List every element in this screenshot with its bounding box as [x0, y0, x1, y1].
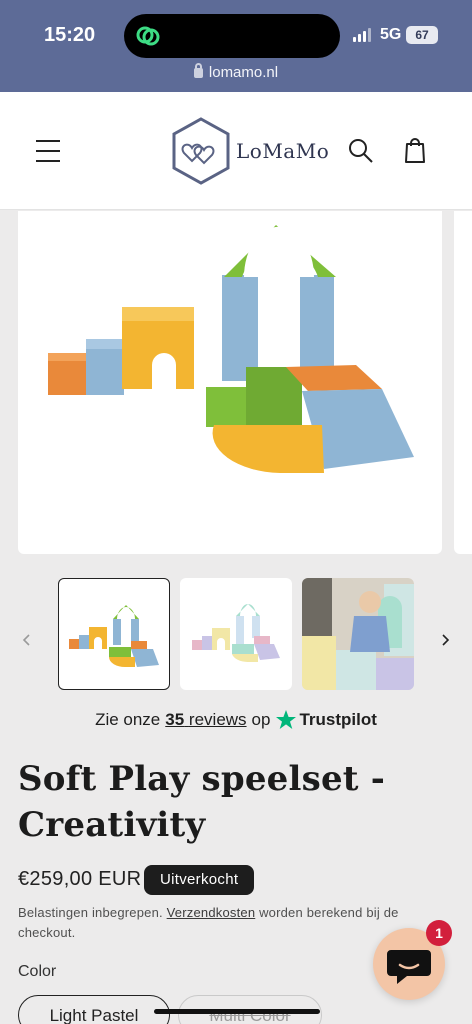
- lock-icon: [193, 63, 203, 78]
- cart-icon[interactable]: [402, 136, 428, 164]
- logo-text: LoMaMo: [236, 139, 330, 163]
- thumbnail-pastel-image: [192, 604, 280, 663]
- product-title: Soft Play speelset - Creativity: [18, 759, 386, 845]
- thumbnail-2[interactable]: [180, 578, 292, 690]
- battery-icon: 67: [406, 26, 438, 44]
- site-header: LoMaMo: [0, 92, 472, 210]
- trustpilot-label: Trustpilot: [299, 710, 377, 729]
- activity-icon: [136, 26, 160, 46]
- color-label: Color: [18, 963, 57, 980]
- thumbnail-child-playing-image: [302, 578, 414, 690]
- reviews-count: 35: [165, 710, 185, 729]
- url-bar[interactable]: lomamo.nl: [0, 63, 472, 81]
- thumbnail-1[interactable]: [58, 578, 170, 690]
- status-bar: 15:20 5G 67 lomamo.nl: [0, 0, 472, 92]
- chevron-left-icon[interactable]: [20, 633, 34, 647]
- soft-play-blocks-image: [48, 225, 414, 473]
- site-logo[interactable]: LoMaMo: [170, 116, 329, 186]
- chat-notification-badge: 1: [426, 920, 452, 946]
- sold-out-badge: Uitverkocht: [144, 865, 255, 895]
- reviews-suffix: op: [251, 710, 271, 729]
- reviews-prefix: Zie onze: [95, 710, 161, 729]
- product-main-image[interactable]: [18, 211, 442, 554]
- signal-icon: [353, 28, 371, 42]
- network-type: 5G: [380, 26, 402, 43]
- chevron-right-icon[interactable]: [438, 633, 452, 647]
- trustpilot-star-icon: [276, 710, 297, 729]
- tax-prefix: Belastingen inbegrepen.: [18, 905, 163, 920]
- reviews-summary: Zie onze 35 reviews op Trustpilot: [0, 709, 472, 731]
- status-time: 15:20: [44, 24, 96, 46]
- home-indicator: [154, 1009, 320, 1014]
- product-price: €259,00 EUR: [18, 868, 142, 890]
- thumbnail-3[interactable]: [302, 578, 414, 690]
- shipping-link[interactable]: Verzendkosten: [167, 905, 256, 920]
- search-icon[interactable]: [348, 138, 374, 164]
- trustpilot-logo[interactable]: Trustpilot: [275, 709, 377, 731]
- logo-hexagon-icon: [172, 117, 230, 185]
- reviews-link[interactable]: 35 reviews: [165, 710, 246, 730]
- reviews-link-label: reviews: [188, 710, 247, 729]
- url-text: lomamo.nl: [208, 64, 279, 81]
- dynamic-island: [124, 14, 340, 58]
- color-option-light-pastel[interactable]: Light Pastel: [18, 995, 170, 1024]
- tax-info: Belastingen inbegrepen. Verzendkosten wo…: [18, 903, 418, 943]
- thumbnail-multicolor-image: [69, 605, 159, 667]
- product-next-image-peek[interactable]: [454, 211, 472, 554]
- menu-icon[interactable]: [36, 140, 60, 162]
